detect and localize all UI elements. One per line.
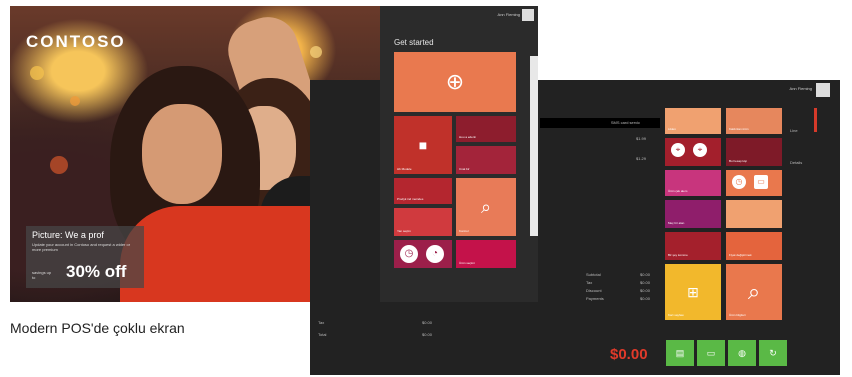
cart-plus-icon: ⊕ [445, 69, 465, 94]
contoso-logo: CONTOSO [26, 32, 126, 51]
summary-label: Subtotal [586, 272, 601, 277]
action-tile[interactable]: ⌕ Ürün bilgileri [726, 264, 782, 320]
peek-panel [530, 56, 538, 236]
footer-value: $0.00 [422, 320, 433, 325]
action-tile[interactable]: Ürün çek alem [665, 170, 721, 196]
user-name: Ann Fleming [789, 86, 812, 91]
action-tile[interactable]: Yan seçim [394, 208, 452, 236]
bag-payment-button[interactable]: ◍ [728, 340, 756, 366]
promo-save-label: savings up to [32, 270, 52, 280]
active-indicator [814, 108, 817, 132]
avatar[interactable] [816, 83, 830, 97]
avatar[interactable] [522, 9, 534, 21]
action-tile[interactable]: ⌖ ⌖ [665, 138, 721, 166]
summary-value: $0.00 [640, 272, 651, 277]
action-tile[interactable]: Meç bir alan [665, 200, 721, 228]
tile-label: Ürün seçimi [459, 261, 475, 265]
footer-label: Total [318, 332, 327, 337]
action-tile[interactable]: ◷ ▭ [726, 170, 782, 196]
action-tile[interactable]: Bu hesap kişi [726, 138, 782, 166]
amount-due: $0.00 [610, 346, 648, 363]
summary-label: Payments [586, 296, 604, 301]
tag-search-icon: ⌕ [480, 197, 492, 217]
summary-label: Discount [586, 288, 602, 293]
transaction-header: SMS card servic [540, 118, 660, 128]
promo-title: Picture: We a prof [32, 230, 104, 240]
action-tile[interactable]: Ürün seçimi [456, 240, 516, 268]
promo-offer: 30% off [66, 262, 127, 281]
refresh-button[interactable]: ↻ [759, 340, 787, 366]
cash-payment-button[interactable]: ▤ [666, 340, 694, 366]
tile-label: Yan seçim [397, 229, 411, 233]
action-tile[interactable]: Kaldırılan ürün [726, 108, 782, 134]
action-tile[interactable]: Cnat bir [456, 146, 516, 174]
action-tile[interactable]: ◷ ◔ [394, 240, 452, 268]
tile-label: Kaldırılan ürün [729, 127, 749, 131]
tile-label: Bu hesap kişi [729, 159, 747, 163]
action-tile[interactable]: ⌕ Kontrol [456, 178, 516, 236]
summary-value: $0.00 [640, 280, 651, 285]
tile-label: Ürün bilgileri [729, 313, 746, 317]
tile-label: Kontrol [459, 229, 469, 233]
bag-icon: ◍ [738, 348, 746, 358]
side-label[interactable]: Details [790, 160, 802, 165]
tile-label: Prodyk ind meindes [397, 197, 424, 201]
action-tile[interactable]: Hou a ederin [456, 116, 516, 142]
action-tile[interactable]: Prodyk ind meindes [394, 178, 452, 204]
action-tile[interactable] [726, 200, 782, 228]
grid-icon: ⊞ [687, 284, 699, 300]
bokeh-light [50, 156, 68, 174]
card-icon: ▭ [706, 348, 716, 358]
bokeh-light [30, 66, 44, 80]
pos-start-screen: Ann Fleming Get started ⊕ ■ Hb Modele Ho… [380, 6, 538, 302]
promo-banner: Picture: We a prof Update your account i… [26, 226, 144, 288]
line-amount[interactable]: $1.99 [636, 136, 646, 141]
tile-label: Cnat bir [459, 167, 470, 171]
footer-label: Tax [318, 320, 325, 325]
figure-caption: Modern POS'de çoklu ekran [10, 320, 185, 336]
clock-icon: ◷ [400, 245, 418, 263]
page-title: Get started [394, 38, 434, 47]
new-sale-tile[interactable]: ⊕ [394, 52, 516, 112]
action-tile[interactable]: Bir şey komme [665, 232, 721, 260]
line-amount[interactable]: $1.29 [636, 156, 646, 161]
tile-label: Fiyat değiştirmek [729, 253, 752, 257]
tile-label: Meç bir alan [668, 221, 685, 225]
refresh-icon: ↻ [769, 348, 777, 358]
tag-icon: ⌖ [693, 143, 707, 157]
tag-search-icon: ⌕ [747, 279, 761, 304]
side-label[interactable]: Line [790, 128, 798, 133]
clock-settings-icon: ◔ [426, 245, 444, 263]
bokeh-light [310, 46, 322, 58]
tile-label: Ürün çek alem [668, 189, 688, 193]
tile-label: Hb Modele [397, 167, 412, 171]
transaction-header-text: SMS card servic [610, 120, 640, 125]
tile-label: Hou a ederin [459, 135, 477, 139]
tag-icon: ⌖ [671, 143, 685, 157]
bokeh-light [70, 96, 80, 106]
tile-label: Liklen [668, 127, 676, 131]
footer-value: $0.00 [422, 332, 433, 337]
tile-label: Kart sayfası [668, 313, 684, 317]
card-icon: ▭ [754, 175, 768, 189]
action-tile[interactable]: ⊞ Kart sayfası [665, 264, 721, 320]
summary-value: $0.00 [640, 296, 651, 301]
tile-label: Bir şey komme [668, 253, 688, 257]
card-payment-button[interactable]: ▭ [697, 340, 725, 366]
summary-label: Tax [586, 280, 593, 285]
lock-icon: ■ [418, 137, 428, 153]
action-tile[interactable]: Fiyat değiştirmek [726, 232, 782, 260]
cash-icon: ▤ [675, 348, 685, 358]
summary-value: $0.00 [640, 288, 651, 293]
action-tile[interactable]: Liklen [665, 108, 721, 134]
lock-tile[interactable]: ■ Hb Modele [394, 116, 452, 174]
clock-icon: ◷ [732, 175, 746, 189]
user-name: Ann Fleming [497, 12, 520, 17]
promo-subtitle: Update your account in Contoso and reque… [32, 242, 131, 252]
person-face [142, 104, 222, 204]
